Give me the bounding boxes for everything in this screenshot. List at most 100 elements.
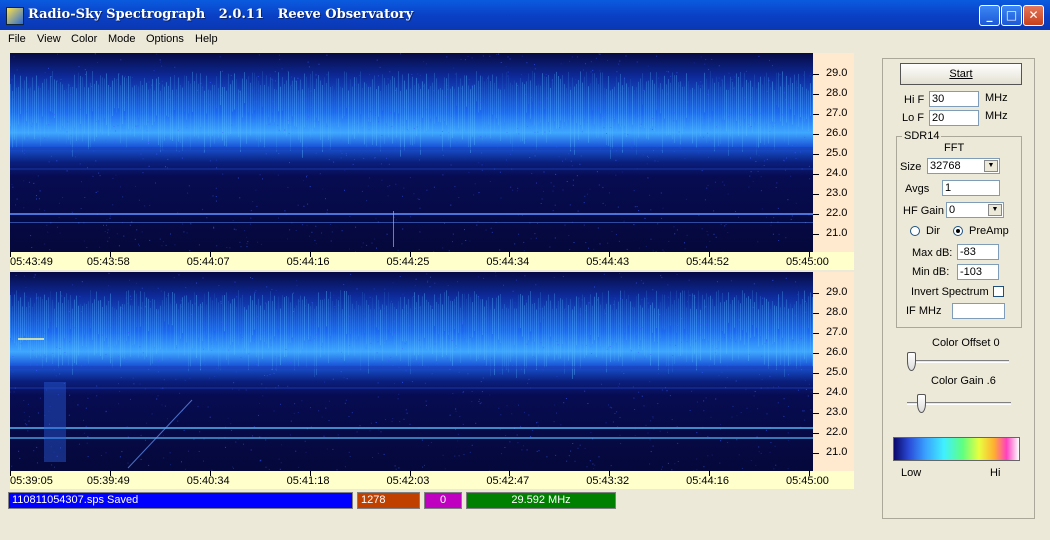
frequency-tick <box>813 333 819 334</box>
invert-spectrum-label: Invert Spectrum <box>911 286 989 298</box>
frequency-label: 24.0 <box>826 167 848 179</box>
hf-gain-value: 0 <box>949 204 956 216</box>
color-offset-label: Color Offset 0 <box>932 337 1000 349</box>
chevron-down-icon[interactable]: ▼ <box>988 204 1002 216</box>
frequency-tick <box>813 74 819 75</box>
lo-f-label: Lo F <box>902 112 925 124</box>
status-zero: 0 <box>424 492 462 509</box>
frequency-label: 24.0 <box>826 386 848 398</box>
hf-gain-select[interactable]: 0 ▼ <box>946 202 1004 218</box>
hf-gain-label: HF Gain <box>903 205 944 217</box>
window-title: Radio-Sky Spectrograph 2.0.11 Reeve Obse… <box>28 7 414 22</box>
time-label: 05:39:49 <box>86 475 130 487</box>
fft-label: FFT <box>944 142 965 154</box>
invert-spectrum-checkbox[interactable] <box>993 286 1004 297</box>
frequency-label: 23.0 <box>826 406 848 418</box>
status-count: 1278 <box>357 492 420 509</box>
menu-view[interactable]: View <box>37 33 61 45</box>
minimize-button[interactable]: _ <box>979 5 1000 26</box>
time-label: 05:42:03 <box>386 475 430 487</box>
menu-help[interactable]: Help <box>195 33 218 45</box>
frequency-axis-bottom: 29.0 28.0 27.0 26.0 25.0 24.0 23.0 22.0 21.0 <box>813 272 854 471</box>
frequency-tick <box>813 94 819 95</box>
avgs-label: Avgs <box>905 183 930 195</box>
preamp-label: PreAmp <box>969 225 1009 237</box>
frequency-label: 25.0 <box>826 147 848 159</box>
chevron-down-icon[interactable]: ▼ <box>984 160 998 172</box>
frequency-label: 21.0 <box>826 227 848 239</box>
spectrogram-top[interactable] <box>10 53 813 252</box>
preamp-radio[interactable] <box>953 226 963 236</box>
color-gain-label: Color Gain .6 <box>931 375 996 387</box>
maximize-button[interactable]: □ <box>1001 5 1022 26</box>
frequency-tick <box>813 433 819 434</box>
frequency-tick <box>813 413 819 414</box>
time-label: 05:40:34 <box>186 475 230 487</box>
frequency-tick <box>813 234 819 235</box>
color-offset-track[interactable] <box>907 360 1009 363</box>
size-label: Size <box>900 161 922 173</box>
hi-f-input[interactable]: 30 <box>929 91 979 107</box>
spectrogram-image <box>10 272 813 471</box>
close-button[interactable]: ✕ <box>1023 5 1044 26</box>
max-db-input[interactable]: -83 <box>957 244 999 260</box>
time-label: 05:44:52 <box>686 256 729 268</box>
frequency-label: 26.0 <box>826 346 848 358</box>
frequency-label: 29.0 <box>826 67 848 79</box>
frequency-label: 28.0 <box>826 87 848 99</box>
min-db-label: Min dB: <box>912 266 950 278</box>
color-scale-bar <box>893 437 1020 461</box>
menu-mode[interactable]: Mode <box>108 33 136 45</box>
frequency-tick <box>813 214 819 215</box>
time-label: 05:44:25 <box>386 256 430 268</box>
if-mhz-input[interactable] <box>952 303 1005 319</box>
menu-color[interactable]: Color <box>71 33 97 45</box>
frequency-tick <box>813 154 819 155</box>
dir-radio[interactable] <box>910 226 920 236</box>
lo-f-input[interactable]: 20 <box>929 110 979 126</box>
frequency-label: 23.0 <box>826 187 848 199</box>
frequency-label: 25.0 <box>826 366 848 378</box>
time-label: 05:43:58 <box>86 256 130 268</box>
time-label: 05:44:16 <box>686 475 729 487</box>
avgs-input[interactable]: 1 <box>942 180 1000 196</box>
time-label: 05:44:34 <box>486 256 530 268</box>
frequency-label: 29.0 <box>826 286 848 298</box>
status-frequency: 29.592 MHz <box>466 492 616 509</box>
max-db-label: Max dB: <box>912 247 953 259</box>
lo-f-unit: MHz <box>985 110 1008 122</box>
time-label: 05:43:49 <box>10 256 53 268</box>
menu-options[interactable]: Options <box>146 33 184 45</box>
time-label: 05:44:43 <box>586 256 630 268</box>
frequency-label: 26.0 <box>826 127 848 139</box>
hi-f-unit: MHz <box>985 92 1008 104</box>
size-select[interactable]: 32768 ▼ <box>927 158 1000 174</box>
time-label: 05:42:47 <box>486 475 530 487</box>
status-file-saved: 110811054307.sps Saved <box>8 492 353 509</box>
time-label: 05:39:05 <box>10 475 53 487</box>
frequency-tick <box>813 114 819 115</box>
frequency-tick <box>813 194 819 195</box>
spectrogram-image <box>10 53 813 252</box>
sdr14-group-label: SDR14 <box>902 130 942 142</box>
frequency-tick <box>813 313 819 314</box>
color-low-label: Low <box>901 467 922 479</box>
min-db-input[interactable]: -103 <box>957 264 999 280</box>
time-label: 05:44:07 <box>186 256 230 268</box>
frequency-tick <box>813 393 819 394</box>
menu-file[interactable]: File <box>8 33 26 45</box>
frequency-label: 22.0 <box>826 207 848 219</box>
frequency-axis-top: 29.0 28.0 27.0 26.0 25.0 24.0 23.0 22.0 21.0 <box>813 53 854 252</box>
spectrogram-bottom[interactable] <box>10 272 813 471</box>
frequency-label: 28.0 <box>826 306 848 318</box>
frequency-label: 21.0 <box>826 446 848 458</box>
frequency-label: 27.0 <box>826 107 848 119</box>
time-label: 05:45:00 <box>786 475 829 487</box>
color-hi-label: Hi <box>990 467 1001 479</box>
title-bar: Radio-Sky Spectrograph 2.0.11 Reeve Obse… <box>0 0 1050 30</box>
start-button[interactable]: Start <box>900 63 1022 85</box>
time-axis-bottom: 05:39:05 05:39:49 05:40:34 05:41:18 05:42:03… <box>10 471 854 489</box>
time-axis-top: 05:43:49 05:43:58 05:44:07 05:44:16 05:44:25… <box>10 252 854 270</box>
color-offset-slider[interactable] <box>907 352 916 371</box>
time-label: 05:45:00 <box>786 256 829 268</box>
